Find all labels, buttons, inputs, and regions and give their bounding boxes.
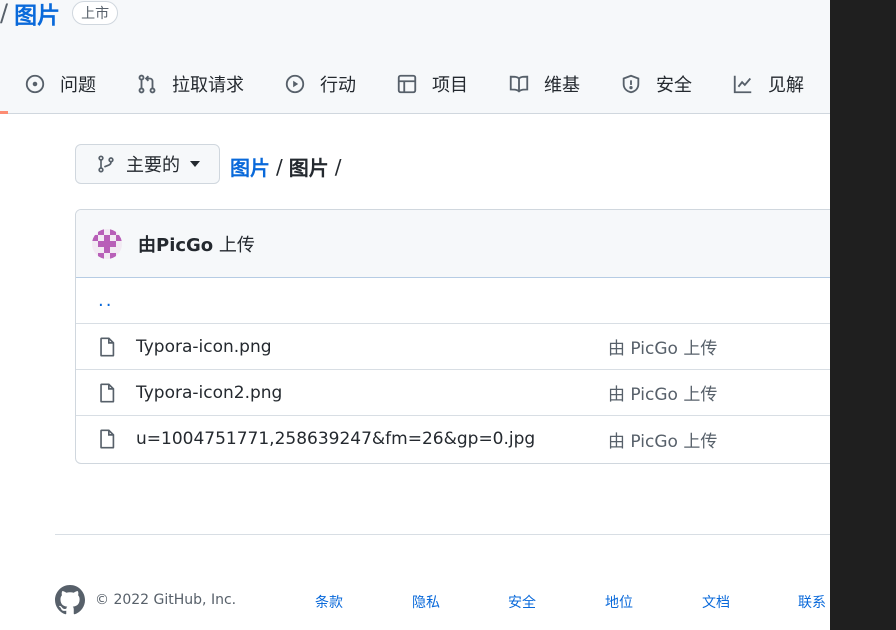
tab-insights[interactable]: 见解 (732, 64, 804, 104)
tab-actions[interactable]: 行动 (284, 64, 356, 104)
file-row[interactable]: Typora-icon.png 由 PicGo 上传 (76, 324, 830, 370)
issue-icon (25, 74, 45, 94)
branch-label: 主要的 (126, 155, 180, 176)
parent-directory-link[interactable]: .. (76, 278, 830, 324)
path-separator: / (276, 154, 283, 179)
git-branch-icon (98, 155, 114, 173)
file-name-link[interactable]: Typora-icon2.png (136, 383, 282, 403)
file-icon (100, 429, 115, 449)
footer-link-status[interactable]: 地位 (605, 592, 633, 612)
github-logo-icon[interactable] (55, 585, 85, 615)
file-name-link[interactable]: Typora-icon.png (136, 337, 272, 357)
browser-viewport: / 图片 上市 问题 拉取请求 行动 项目 维基 安全 见解 主要的 图片 / … (0, 0, 830, 630)
commit-by: 由 (138, 234, 156, 256)
tab-wiki[interactable]: 维基 (508, 64, 580, 104)
tab-issues[interactable]: 问题 (24, 64, 96, 104)
file-commit-message[interactable]: 由 PicGo 上传 (608, 334, 717, 359)
file-row[interactable]: Typora-icon2.png 由 PicGo 上传 (76, 370, 830, 416)
tab-label: 见解 (768, 75, 804, 96)
footer-link-privacy[interactable]: 隐私 (412, 592, 440, 612)
caret-down-icon (190, 161, 200, 167)
selected-tab-underline (0, 111, 8, 114)
tab-security[interactable]: 安全 (620, 64, 692, 104)
repo-breadcrumb: / 图片 上市 (0, 0, 119, 30)
table-icon (397, 74, 417, 94)
repo-separator: / (0, 0, 9, 27)
shield-icon (622, 74, 640, 94)
path-current: 图片 (288, 156, 329, 180)
repo-tabs: 问题 拉取请求 行动 项目 维基 安全 见解 (24, 64, 830, 104)
tab-label: 问题 (60, 75, 96, 96)
book-icon (509, 75, 529, 93)
path-root-link[interactable]: 图片 (230, 152, 270, 181)
tab-label: 行动 (320, 75, 356, 96)
footer-link-terms[interactable]: 条款 (315, 592, 343, 612)
tab-label: 拉取请求 (172, 75, 244, 96)
tab-pull-requests[interactable]: 拉取请求 (136, 64, 244, 104)
path-separator: / (334, 154, 342, 179)
file-row[interactable]: u=1004751771,258639247&fm=26&gp=0.jpg 由 … (76, 416, 830, 462)
file-commit-message[interactable]: 由 PicGo 上传 (608, 427, 717, 452)
desktop-edge (830, 0, 896, 630)
pull-request-icon (138, 74, 156, 94)
visibility-badge: 上市 (72, 1, 119, 25)
branch-select-button[interactable]: 主要的 (75, 144, 220, 184)
file-list: 由PicGo 上传 .. Typora-icon.png 由 PicGo 上传 … (75, 209, 830, 464)
commit-author[interactable]: PicGo (156, 235, 213, 256)
tab-label: 项目 (432, 75, 468, 96)
footer-divider (55, 534, 830, 535)
commit-message[interactable]: 由PicGo 上传 (138, 231, 255, 257)
repo-name-link[interactable]: 图片 (14, 0, 60, 30)
avatar[interactable] (92, 228, 122, 259)
footer-link-docs[interactable]: 文档 (702, 592, 730, 612)
latest-commit-row: 由PicGo 上传 (76, 210, 830, 278)
tab-projects[interactable]: 项目 (396, 64, 468, 104)
file-icon (100, 337, 115, 357)
repo-header: / 图片 上市 问题 拉取请求 行动 项目 维基 安全 见解 (0, 0, 830, 114)
commit-action: 上传 (218, 234, 255, 256)
play-icon (285, 74, 305, 94)
file-name-link[interactable]: u=1004751771,258639247&fm=26&gp=0.jpg (136, 429, 535, 449)
footer-link-contact[interactable]: 联系 (798, 592, 826, 612)
file-path-breadcrumb: 图片 / 图片 / (230, 152, 348, 181)
tab-label: 维基 (544, 75, 580, 96)
tab-label: 安全 (656, 75, 692, 96)
file-commit-message[interactable]: 由 PicGo 上传 (608, 380, 717, 405)
footer-link-security[interactable]: 安全 (508, 592, 536, 612)
file-icon (100, 383, 115, 403)
footer-copyright: © 2022 GitHub, Inc. (95, 592, 237, 608)
graph-icon (733, 75, 752, 94)
